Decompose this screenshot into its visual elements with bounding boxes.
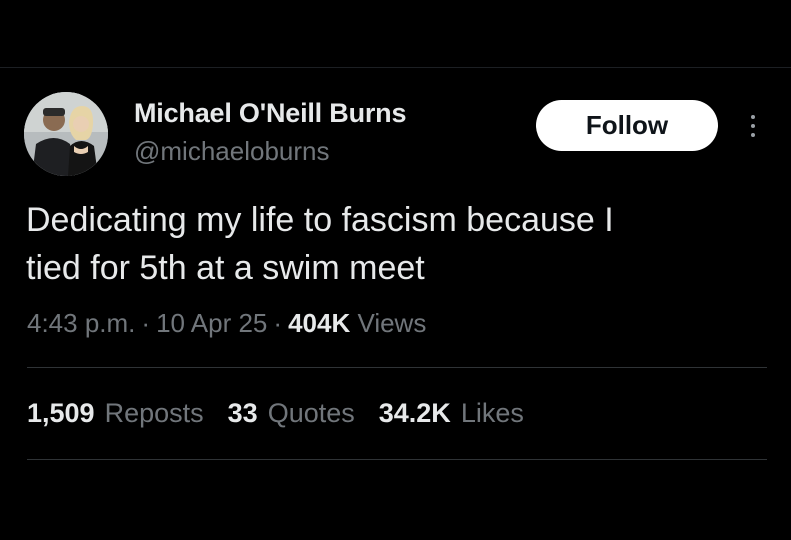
author-handle[interactable]: @michaeloburns — [134, 136, 329, 167]
meta-separator: · — [273, 308, 283, 338]
tweet-meta: 4:43 p.m. · 10 Apr 25 · 404K Views — [27, 308, 426, 339]
avatar[interactable] — [24, 92, 108, 176]
quotes-count: 33 — [227, 398, 258, 428]
tweet-time[interactable]: 4:43 p.m. — [27, 308, 135, 338]
quotes-label: Quotes — [267, 398, 355, 428]
tweet-date[interactable]: 10 Apr 25 — [156, 308, 267, 338]
more-dot — [751, 133, 755, 137]
likes-label: Likes — [460, 398, 524, 428]
tweet-text: Dedicating my life to fascism because I … — [26, 201, 614, 287]
engagement-stats: 1,509 Reposts 33 Quotes 34.2K Likes — [27, 398, 524, 429]
reposts-label: Reposts — [104, 398, 204, 428]
tweet-detail-view: Michael O'Neill Burns @michaeloburns Fol… — [0, 0, 791, 540]
stats-divider — [27, 459, 767, 460]
meta-separator: · — [141, 308, 151, 338]
reposts-count: 1,509 — [27, 398, 95, 428]
profile-photo-icon — [24, 92, 108, 176]
quotes-stat[interactable]: 33 Quotes — [228, 398, 355, 429]
views-count: 404K — [288, 308, 351, 338]
meta-divider — [27, 367, 767, 368]
likes-count: 34.2K — [378, 398, 451, 428]
follow-button[interactable]: Follow — [536, 100, 718, 151]
more-dot — [751, 115, 755, 119]
reposts-stat[interactable]: 1,509 Reposts — [27, 398, 204, 429]
views-label: Views — [357, 308, 427, 338]
likes-stat[interactable]: 34.2K Likes — [379, 398, 524, 429]
author-display-name[interactable]: Michael O'Neill Burns — [134, 98, 406, 129]
more-dot — [751, 124, 755, 128]
header-divider — [0, 67, 791, 68]
more-icon[interactable] — [740, 108, 766, 144]
